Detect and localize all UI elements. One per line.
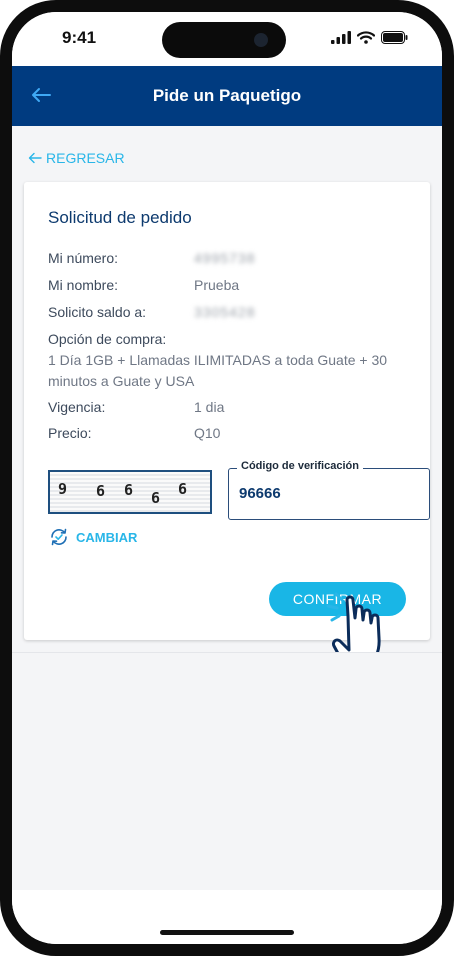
app-bar: Pide un Paquetigo <box>12 66 442 126</box>
cellular-signal-icon <box>331 31 351 44</box>
mi-nombre-label: Mi nombre: <box>48 277 119 293</box>
bottom-area <box>12 890 442 944</box>
card-title: Solicitud de pedido <box>48 208 192 227</box>
home-indicator[interactable] <box>160 930 294 935</box>
phone-frame: 9:41 Pide un Paquetigo REGRESAR Solicitu… <box>0 0 454 956</box>
battery-icon <box>381 31 408 44</box>
cambiar-button[interactable]: CAMBIAR <box>48 526 137 548</box>
order-card: Solicitud de pedido Mi número: 4995738 M… <box>24 182 430 674</box>
main-content: REGRESAR Solicitud de pedido Mi número: … <box>12 126 442 891</box>
verification-field[interactable]: Código de verificación <box>228 460 430 520</box>
vigencia-value: 1 dia <box>194 399 225 415</box>
opcion-label: Opción de compra: <box>48 331 167 347</box>
status-icons <box>331 31 408 44</box>
captcha-digit: 6 <box>96 482 106 500</box>
mi-numero-value: 4995738 <box>194 250 256 266</box>
captcha-digit: 6 <box>151 489 161 507</box>
arrow-left-icon <box>28 152 42 164</box>
regresar-label: REGRESAR <box>46 150 125 166</box>
content-lower-area <box>12 652 442 891</box>
app-bar-title: Pide un Paquetigo <box>152 86 302 105</box>
captcha-digit: 9 <box>58 480 68 498</box>
mi-nombre-value: Prueba <box>194 277 240 293</box>
captcha-digit: 6 <box>124 481 134 499</box>
captcha-digit: 6 <box>178 480 188 498</box>
verification-input[interactable] <box>239 485 419 502</box>
cambiar-label: CAMBIAR <box>76 529 138 545</box>
vigencia-label: Vigencia: <box>48 399 106 415</box>
solicito-value: 3305428 <box>194 304 256 320</box>
dynamic-island <box>162 22 286 58</box>
opcion-value: 1 Día 1GB + Llamadas ILIMITADAS a toda G… <box>48 352 388 389</box>
status-bar: 9:41 <box>12 12 442 66</box>
refresh-check-icon <box>51 528 67 546</box>
precio-label: Precio: <box>48 425 92 441</box>
camera-icon <box>254 33 268 47</box>
regresar-link[interactable]: REGRESAR <box>28 150 125 166</box>
captcha-image: 9 6 6 6 6 <box>48 470 212 514</box>
precio-value: Q10 <box>194 425 221 441</box>
verification-label: Código de verificación <box>237 460 363 472</box>
solicito-label: Solicito saldo a: <box>48 304 147 320</box>
wifi-icon <box>357 31 375 44</box>
status-time: 9:41 <box>62 28 97 47</box>
mi-numero-label: Mi número: <box>48 250 119 266</box>
